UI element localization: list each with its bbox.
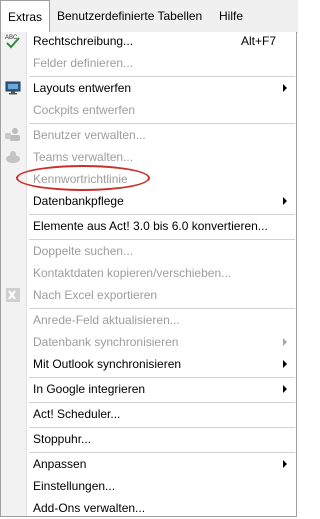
submenu-arrow-icon [283, 197, 287, 205]
menu-item-nach-excel-exportieren: Nach Excel exportieren [1, 284, 296, 306]
submenu-arrow-icon [283, 385, 287, 393]
menu-item-add-ons-verwalten[interactable]: Add-Ons verwalten... [1, 497, 296, 519]
extras-dropdown-menu: ABC Rechtschreibung... Alt+F7 Felder def… [0, 32, 297, 517]
menu-extras-label: Extras [7, 10, 42, 24]
menu-item-anrede-feld-aktualisieren: Anrede-Feld aktualisieren... [1, 309, 296, 331]
menu-item-anpassen[interactable]: Anpassen [1, 453, 296, 475]
menu-hilfe[interactable]: Hilfe [219, 0, 259, 32]
menu-item-cockpits-entwerfen-label: Cockpits entwerfen [33, 103, 136, 117]
menu-item-stoppuhr[interactable]: Stoppuhr... [1, 428, 296, 450]
menu-extras[interactable]: Extras [0, 0, 50, 33]
menu-item-in-google-integrieren-label: In Google integrieren [33, 382, 146, 396]
submenu-arrow-icon [283, 360, 287, 368]
monitor-icon [5, 81, 21, 95]
submenu-arrow-icon [283, 460, 287, 468]
highlight-ellipse [16, 165, 150, 191]
menu-item-anpassen-label: Anpassen [33, 457, 87, 471]
menu-item-rechtschreibung-shortcut: Alt+F7 [241, 34, 277, 48]
menu-benutzerdefinierte-tabellen[interactable]: Benutzerdefinierte Tabellen [57, 0, 207, 32]
menu-item-felder-definieren-label: Felder definieren... [33, 56, 134, 70]
menu-item-stoppuhr-label: Stoppuhr... [33, 432, 92, 446]
menu-item-kontaktdaten-kopieren-label: Kontaktdaten kopieren/verschieben... [33, 266, 232, 280]
menu-item-add-ons-verwalten-label: Add-Ons verwalten... [33, 501, 146, 515]
menu-item-mit-outlook-synchronisieren-label: Mit Outlook synchronisieren [33, 357, 182, 371]
menu-item-anrede-feld-aktualisieren-label: Anrede-Feld aktualisieren... [33, 313, 180, 327]
menu-item-einstellungen[interactable]: Einstellungen... [1, 475, 296, 497]
menu-item-datenbank-synchronisieren-label: Datenbank synchronisieren [33, 335, 179, 349]
menu-item-benutzer-verwalten: Benutzer verwalten... [1, 124, 296, 146]
menu-bar: Extras Benutzerdefinierte Tabellen Hilfe [0, 0, 298, 33]
menu-item-felder-definieren: Felder definieren... [1, 52, 296, 74]
users-icon [5, 128, 20, 141]
menu-hilfe-label: Hilfe [219, 9, 244, 23]
menu-item-layouts-entwerfen[interactable]: Layouts entwerfen [1, 77, 296, 99]
menu-item-elemente-konvertieren[interactable]: Elemente aus Act! 3.0 bis 6.0 konvertier… [1, 215, 296, 237]
menu-benutzerdefinierte-tabellen-label: Benutzerdefinierte Tabellen [57, 9, 203, 23]
spellcheck-icon: ABC [5, 35, 20, 49]
menu-item-in-google-integrieren[interactable]: In Google integrieren [1, 378, 296, 400]
menu-item-doppelte-suchen-label: Doppelte suchen... [33, 244, 134, 258]
menu-item-layouts-entwerfen-label: Layouts entwerfen [33, 81, 132, 95]
menu-item-mit-outlook-synchronisieren[interactable]: Mit Outlook synchronisieren [1, 353, 296, 375]
excel-icon [6, 288, 20, 302]
menu-item-cockpits-entwerfen: Cockpits entwerfen [1, 99, 296, 121]
menu-item-rechtschreibung-label: Rechtschreibung... [33, 34, 134, 48]
menu-item-benutzer-verwalten-label: Benutzer verwalten... [33, 128, 146, 142]
menu-item-teams-verwalten: Teams verwalten... [1, 146, 296, 168]
menu-item-act-scheduler-label: Act! Scheduler... [33, 407, 121, 421]
menu-item-rechtschreibung[interactable]: ABC Rechtschreibung... Alt+F7 [1, 30, 296, 52]
submenu-arrow-icon [283, 84, 287, 92]
menu-item-elemente-konvertieren-label: Elemente aus Act! 3.0 bis 6.0 konvertier… [33, 219, 268, 233]
menu-item-einstellungen-label: Einstellungen... [33, 479, 116, 493]
menu-item-kontaktdaten-kopieren: Kontaktdaten kopieren/verschieben... [1, 262, 296, 284]
menu-item-datenbankpflege-label: Datenbankpflege [33, 194, 124, 208]
menu-item-datenbankpflege[interactable]: Datenbankpflege [1, 190, 296, 212]
menu-item-act-scheduler[interactable]: Act! Scheduler... [1, 403, 296, 425]
menu-item-nach-excel-exportieren-label: Nach Excel exportieren [33, 288, 158, 302]
team-icon [6, 151, 20, 163]
menu-item-datenbank-synchronisieren: Datenbank synchronisieren [1, 331, 296, 353]
submenu-arrow-icon [283, 338, 287, 346]
menu-item-doppelte-suchen: Doppelte suchen... [1, 240, 296, 262]
